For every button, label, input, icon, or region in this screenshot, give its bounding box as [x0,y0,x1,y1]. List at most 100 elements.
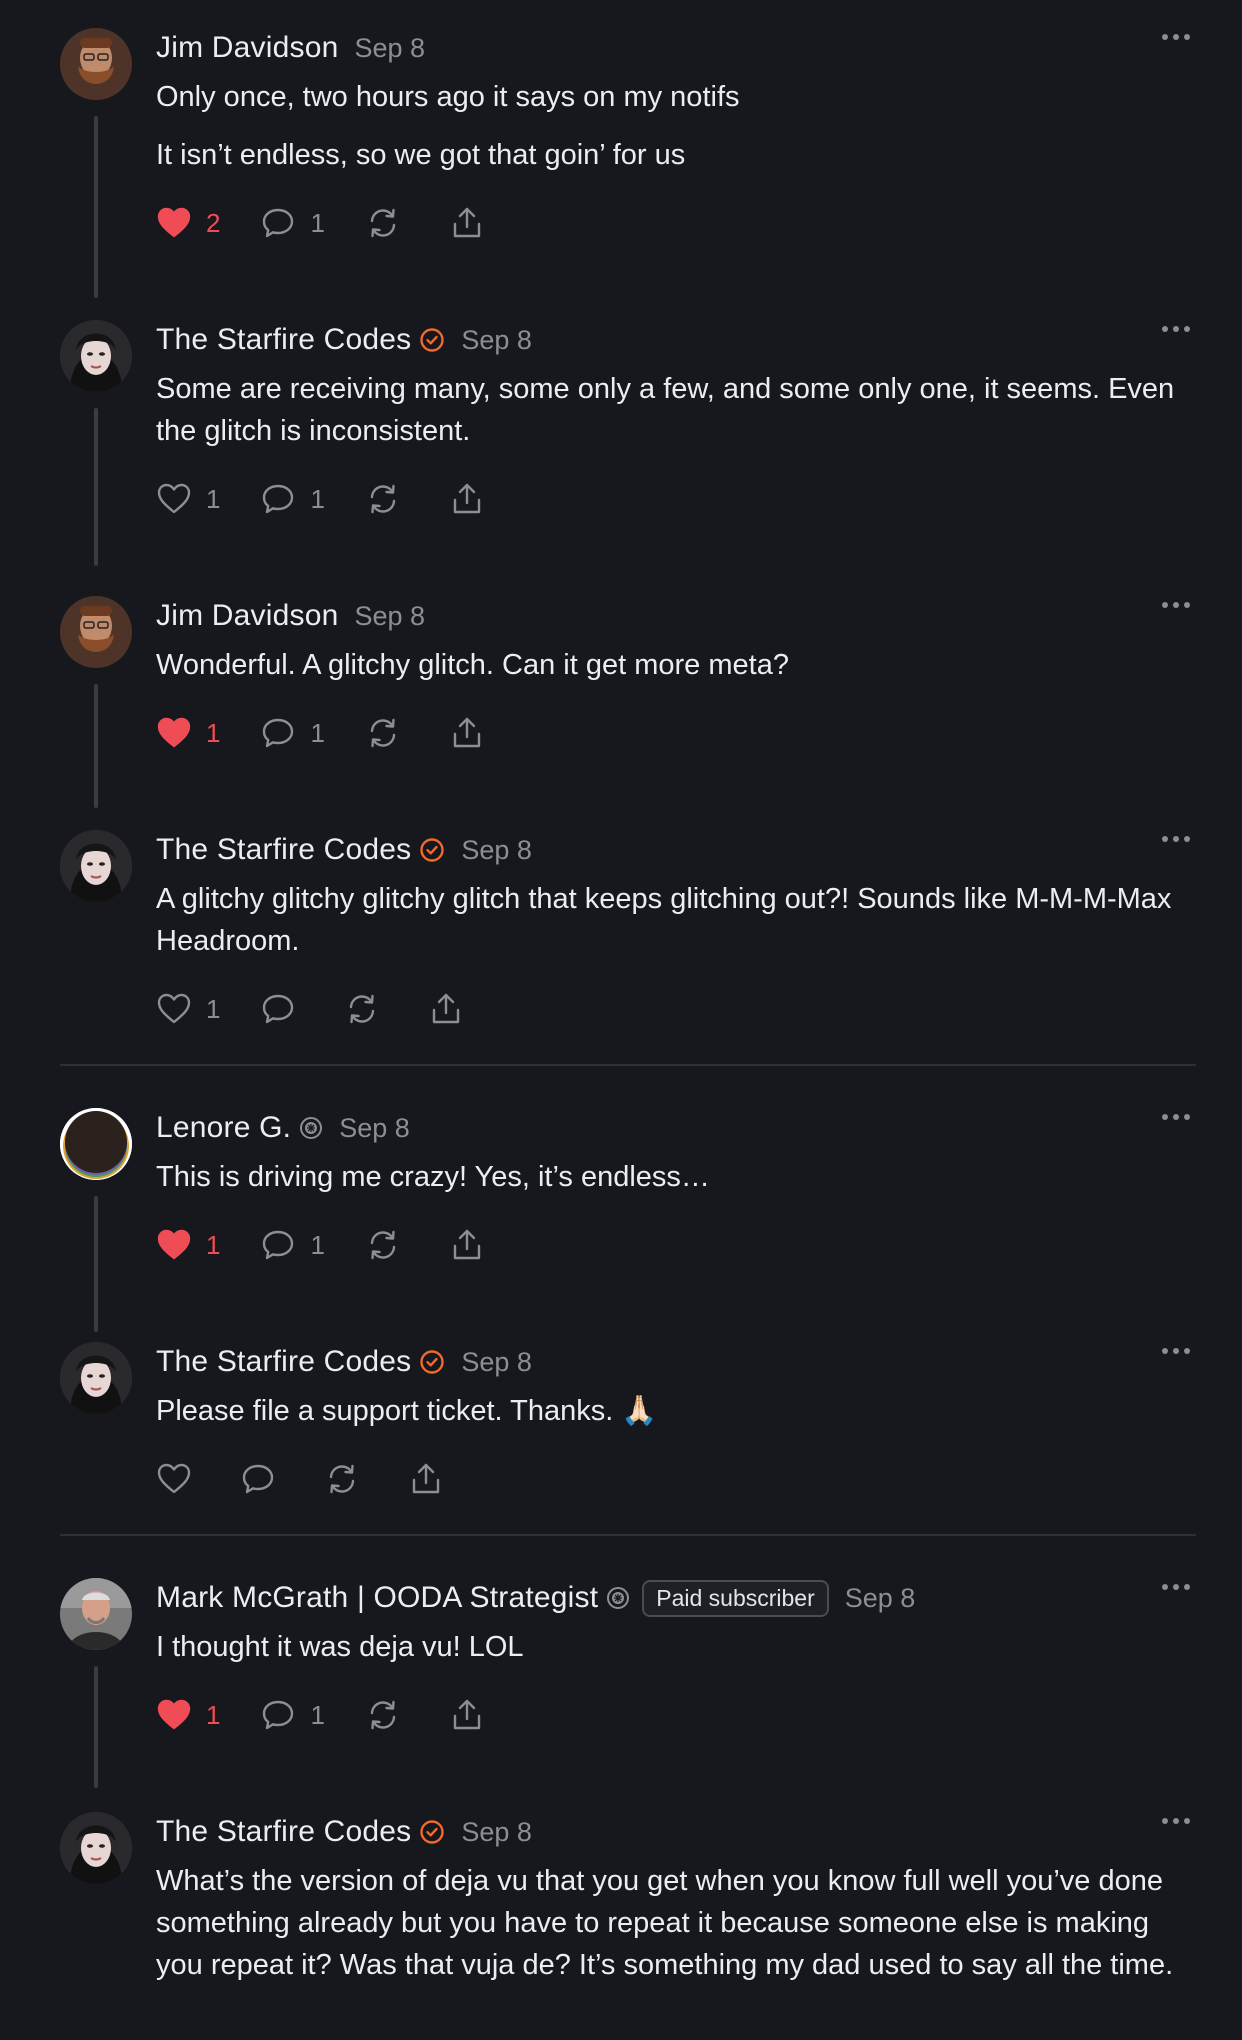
more-options-icon[interactable] [1162,326,1190,332]
comment-text: Please file a support ticket. Thanks. 🙏🏻 [156,1395,658,1427]
comment-text: It isn’t endless, so we got that goin’ f… [156,139,686,171]
reply-button[interactable]: 1 [260,481,325,517]
avatar[interactable] [60,28,132,100]
comment: Lenore G. Sep 8 This is driving me crazy… [0,1080,1242,1348]
more-options-icon[interactable] [1162,34,1190,40]
like-count: 1 [206,1699,221,1730]
author-name[interactable]: The Starfire Codes [156,323,411,357]
comment-date[interactable]: Sep 8 [354,601,425,632]
comment-bubble-icon [260,1697,296,1733]
restack-icon [344,991,380,1027]
share-button[interactable] [449,205,485,241]
share-button[interactable] [449,1227,485,1263]
avatar[interactable] [60,1342,132,1414]
like-count: 1 [206,1229,221,1260]
heart-filled-icon [156,1227,192,1263]
like-count: 1 [206,993,221,1024]
comment-header: Lenore G. Sep 8 [156,1108,410,1148]
like-button[interactable]: 1 [156,1227,220,1263]
share-button[interactable] [428,991,464,1027]
like-count: 1 [206,717,221,748]
comment-bubble-icon [240,1461,276,1497]
like-button[interactable]: 1 [156,1697,220,1733]
restack-button[interactable] [365,1697,401,1733]
restack-button[interactable] [365,1227,401,1263]
restack-button[interactable] [324,1461,360,1497]
thread-line [94,1666,98,1788]
reply-button[interactable] [260,991,296,1027]
more-options-icon[interactable] [1162,1114,1190,1120]
comment-actions: 1 1 [156,1695,533,1735]
share-icon [449,1697,485,1733]
comment-actions: 1 [156,989,512,1029]
like-button[interactable]: 2 [156,205,220,241]
share-icon [449,715,485,751]
share-button[interactable] [449,481,485,517]
heart-filled-icon [156,205,192,241]
comment-date[interactable]: Sep 8 [461,1347,532,1378]
restack-button[interactable] [365,205,401,241]
reply-count: 1 [310,717,325,748]
like-count: 2 [206,207,221,238]
heart-icon [156,991,192,1027]
avatar[interactable] [60,320,132,392]
author-name[interactable]: Jim Davidson [156,31,338,65]
avatar[interactable] [60,1812,132,1884]
more-options-icon[interactable] [1162,1584,1190,1590]
author-name[interactable]: The Starfire Codes [156,833,411,867]
reply-count: 1 [310,483,325,514]
like-button[interactable]: 1 [156,481,220,517]
share-button[interactable] [408,1461,444,1497]
comment-body: Some are receiving many, some only a few… [156,368,1196,452]
comment-date[interactable]: Sep 8 [845,1583,916,1614]
verified-icon [419,1349,445,1375]
author-name[interactable]: Mark McGrath | OODA Strategist [156,1581,598,1615]
heart-icon [156,1461,192,1497]
like-button[interactable] [156,1461,192,1497]
comment-header: Jim Davidson Sep 8 [156,28,425,68]
comment-date[interactable]: Sep 8 [461,325,532,356]
comment-date[interactable]: Sep 8 [461,835,532,866]
avatar[interactable] [60,1578,132,1650]
restack-icon [365,1227,401,1263]
comment-header: Mark McGrath | OODA Strategist Paid subs… [156,1578,915,1618]
comment-header: Jim Davidson Sep 8 [156,596,425,636]
share-icon [449,481,485,517]
reply-count: 1 [310,207,325,238]
comment-date[interactable]: Sep 8 [339,1113,410,1144]
avatar[interactable] [60,596,132,668]
avatar[interactable] [60,1108,132,1180]
author-name[interactable]: Lenore G. [156,1111,291,1145]
author-name[interactable]: The Starfire Codes [156,1345,411,1379]
avatar[interactable] [60,830,132,902]
share-button[interactable] [449,1697,485,1733]
reply-button[interactable]: 1 [260,1697,325,1733]
more-options-icon[interactable] [1162,836,1190,842]
comment-actions: 1 1 [156,1225,533,1265]
comment-date[interactable]: Sep 8 [354,33,425,64]
restack-button[interactable] [365,481,401,517]
comment: The Starfire Codes Sep 8 What’s the vers… [0,1784,1242,2040]
comment-header: The Starfire Codes Sep 8 [156,1812,532,1852]
share-button[interactable] [449,715,485,751]
author-name[interactable]: The Starfire Codes [156,1815,411,1849]
like-button[interactable]: 1 [156,991,220,1027]
comment-body: This is driving me crazy! Yes, it’s endl… [156,1156,1196,1198]
comment-text: Wonderful. A glitchy glitch. Can it get … [156,649,789,681]
more-options-icon[interactable] [1162,1818,1190,1824]
comment-date[interactable]: Sep 8 [461,1817,532,1848]
comment: Jim Davidson Sep 8 Only once, two hours … [0,0,1242,298]
reply-button[interactable]: 1 [260,205,325,241]
more-options-icon[interactable] [1162,602,1190,608]
comment-body: What’s the version of deja vu that you g… [156,1860,1196,1986]
reply-button[interactable] [240,1461,276,1497]
subscriber-badge-icon [299,1116,323,1140]
reply-button[interactable]: 1 [260,1227,325,1263]
restack-button[interactable] [344,991,380,1027]
like-button[interactable]: 1 [156,715,220,751]
reply-button[interactable]: 1 [260,715,325,751]
more-options-icon[interactable] [1162,1348,1190,1354]
share-icon [449,205,485,241]
restack-button[interactable] [365,715,401,751]
author-name[interactable]: Jim Davidson [156,599,338,633]
